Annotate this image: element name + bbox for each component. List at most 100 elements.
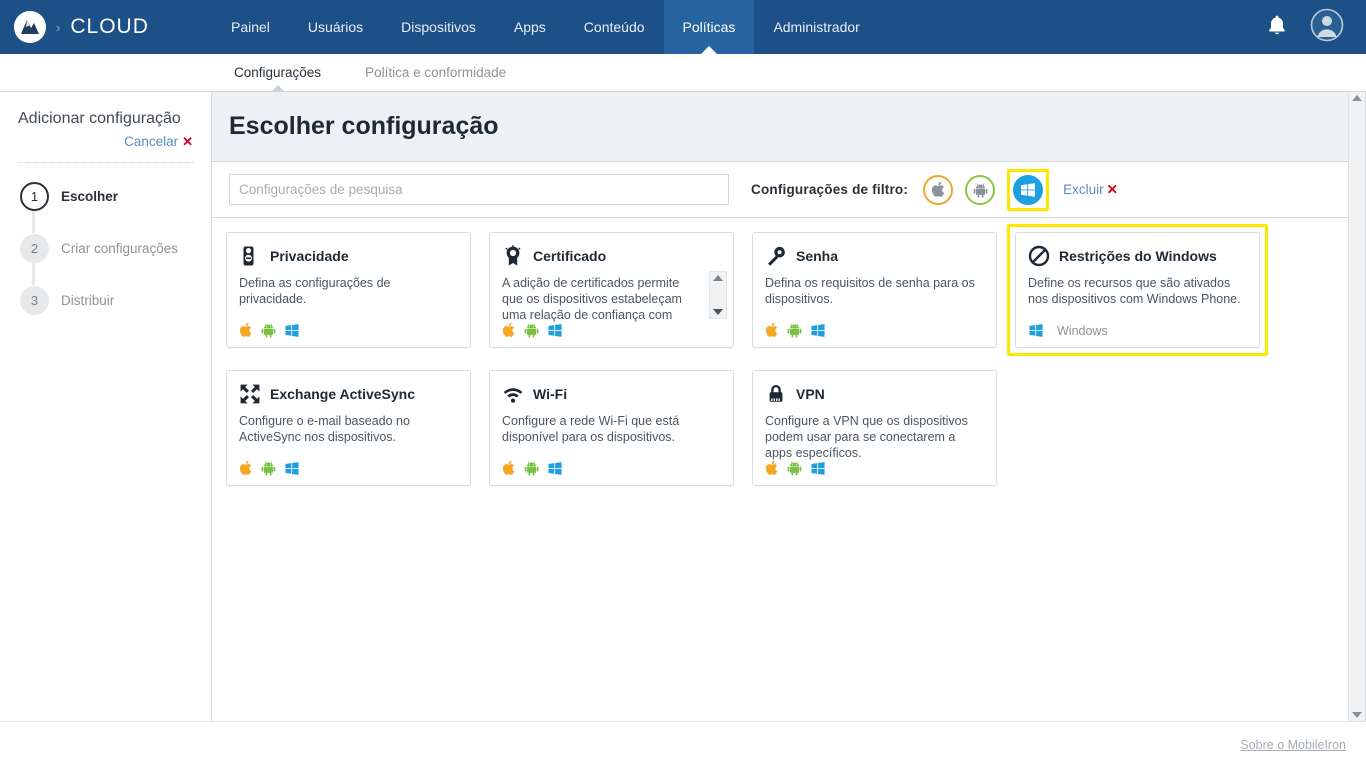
- wizard-step-escolher[interactable]: 1 Escolher: [20, 181, 193, 211]
- user-avatar-icon[interactable]: [1310, 8, 1344, 47]
- close-x-icon[interactable]: ✕: [182, 134, 193, 149]
- breadcrumb-separator: ›: [56, 19, 61, 35]
- card-row: Exchange ActiveSync Configure o e-mail b…: [226, 370, 1348, 500]
- windows-icon: [811, 323, 825, 337]
- scroll-down-icon[interactable]: [713, 309, 723, 315]
- tab-configuracoes[interactable]: Configurações: [212, 54, 343, 91]
- sync-arrows-icon: [240, 384, 260, 404]
- card-header: Senha: [765, 244, 984, 268]
- filter-apple-button[interactable]: [923, 174, 954, 205]
- card-description: Configure o e-mail baseado no ActiveSync…: [239, 414, 410, 444]
- config-card-restricoes-do-windows[interactable]: Restrições do Windows Define os recursos…: [1015, 232, 1260, 348]
- nav-item-apps[interactable]: Apps: [495, 0, 565, 54]
- config-card-senha[interactable]: Senha Defina os requisitos de senha para…: [752, 232, 997, 348]
- card-header: Certificado: [502, 244, 721, 268]
- config-card-vpn[interactable]: VPN Configure a VPN que os dispositivos …: [752, 370, 997, 486]
- configuration-cards-area: Privacidade Defina as configurações de p…: [212, 218, 1348, 500]
- sidebar-divider: [18, 162, 193, 163]
- sub-tab-bar: Configurações Política e conformidade: [0, 54, 1366, 92]
- card-description: A adição de certificados permite que os …: [502, 276, 682, 322]
- card-platform-icons: [765, 460, 826, 476]
- mobileiron-logo-icon: [14, 11, 46, 43]
- sidebar-title: Adicionar configuração: [18, 110, 181, 127]
- android-icon: [787, 461, 802, 476]
- nav-item-painel[interactable]: Painel: [212, 0, 289, 54]
- card-slot: Senha Defina os requisitos de senha para…: [752, 232, 1015, 370]
- windows-icon: [1021, 182, 1036, 197]
- step-number: 1: [20, 181, 49, 211]
- windows-icon: [1029, 324, 1043, 337]
- filter-windows-button[interactable]: [1013, 174, 1044, 205]
- windows-icon: [548, 323, 562, 337]
- card-row: Privacidade Defina as configurações de p…: [226, 224, 1348, 370]
- card-title: VPN: [796, 386, 825, 402]
- scroll-down-icon[interactable]: [1352, 712, 1362, 718]
- wizard-sidebar: Adicionar configuração Cancelar ✕ 1 Escol…: [0, 92, 212, 721]
- card-title: Restrições do Windows: [1059, 248, 1217, 264]
- card-slot: VPN Configure a VPN que os dispositivos …: [752, 370, 1015, 500]
- card-platform-icons: [502, 322, 563, 338]
- card-title: Senha: [796, 248, 839, 264]
- main-nav-items: Painel Usuários Dispositivos Apps Conteú…: [212, 0, 879, 54]
- card-scrollbar[interactable]: [709, 271, 727, 319]
- card-header: Wi-Fi: [502, 382, 721, 406]
- android-icon: [261, 323, 276, 338]
- step-number: 2: [20, 233, 49, 263]
- card-description: Configure a rede Wi-Fi que está disponív…: [502, 414, 680, 444]
- page-header: Escolher configuração: [212, 92, 1348, 162]
- scroll-up-icon[interactable]: [713, 275, 723, 281]
- lock-icon: [769, 385, 783, 402]
- clear-filter-label: Excluir: [1063, 181, 1104, 197]
- step-connector-line: [32, 209, 35, 233]
- filter-android-button[interactable]: [965, 174, 996, 205]
- cancel-row: Cancelar ✕: [18, 134, 193, 150]
- brand-title: CLOUD: [70, 15, 149, 38]
- nav-item-politicas[interactable]: Políticas: [663, 0, 755, 54]
- wifi-icon: [503, 388, 523, 403]
- apple-icon: [239, 460, 252, 475]
- nav-item-administrador[interactable]: Administrador: [754, 0, 878, 54]
- card-title: Exchange ActiveSync: [270, 386, 415, 402]
- scroll-up-icon[interactable]: [1352, 95, 1362, 101]
- filter-windows-highlight: [1007, 168, 1050, 211]
- card-platform-icons: Windows: [1028, 323, 1108, 338]
- wizard-steps: 1 Escolher 2 Criar configurações 3 Distr…: [18, 181, 193, 315]
- search-input[interactable]: [229, 174, 729, 205]
- card-slot: Exchange ActiveSync Configure o e-mail b…: [226, 370, 489, 500]
- certificate-ribbon-icon: [505, 245, 521, 266]
- card-slot: Restrições do Windows Define os recursos…: [1007, 224, 1278, 370]
- selected-card-highlight: Restrições do Windows Define os recursos…: [1007, 224, 1268, 356]
- step-number: 3: [20, 285, 49, 315]
- about-mobileiron-link[interactable]: Sobre o MobileIron: [1240, 738, 1346, 752]
- card-description: Define os recursos que são ativados nos …: [1028, 276, 1241, 306]
- nav-item-dispositivos[interactable]: Dispositivos: [382, 0, 495, 54]
- platform-filter-group: [923, 168, 1050, 211]
- card-title: Privacidade: [270, 248, 349, 264]
- apple-icon: [931, 181, 944, 197]
- card-header: Privacidade: [239, 244, 458, 268]
- close-x-icon: ✕: [1106, 181, 1118, 197]
- card-header: VPN: [765, 382, 984, 406]
- windows-icon: [285, 461, 299, 475]
- card-slot-empty: [1015, 370, 1278, 500]
- wizard-step-distribuir[interactable]: 3 Distribuir: [20, 285, 193, 315]
- page-shell: Adicionar configuração Cancelar ✕ 1 Escol…: [0, 92, 1366, 721]
- brand-logo[interactable]: › CLOUD: [0, 0, 212, 54]
- config-card-privacidade[interactable]: Privacidade Defina as configurações de p…: [226, 232, 471, 348]
- card-description: Configure a VPN que os dispositivos pode…: [765, 414, 968, 460]
- config-card-exchange-activesync[interactable]: Exchange ActiveSync Configure o e-mail b…: [226, 370, 471, 486]
- wizard-step-criar-configuracoes[interactable]: 2 Criar configurações: [20, 233, 193, 263]
- tab-politica-e-conformidade[interactable]: Política e conformidade: [343, 54, 528, 91]
- card-platform-label: Windows: [1057, 323, 1108, 338]
- page-scrollbar[interactable]: [1348, 92, 1365, 721]
- config-card-certificado[interactable]: Certificado A adição de certificados per…: [489, 232, 734, 348]
- android-icon: [524, 323, 539, 338]
- bell-icon[interactable]: [1266, 13, 1288, 42]
- clear-filter-button[interactable]: Excluir ✕: [1063, 182, 1118, 198]
- prohibition-icon: [1028, 245, 1050, 267]
- nav-item-conteudo[interactable]: Conteúdo: [565, 0, 664, 54]
- config-card-wifi[interactable]: Wi-Fi Configure a rede Wi-Fi que está di…: [489, 370, 734, 486]
- nav-item-usuarios[interactable]: Usuários: [289, 0, 382, 54]
- card-description: Defina as configurações de privacidade.: [239, 276, 391, 306]
- cancel-button[interactable]: Cancelar: [124, 134, 178, 149]
